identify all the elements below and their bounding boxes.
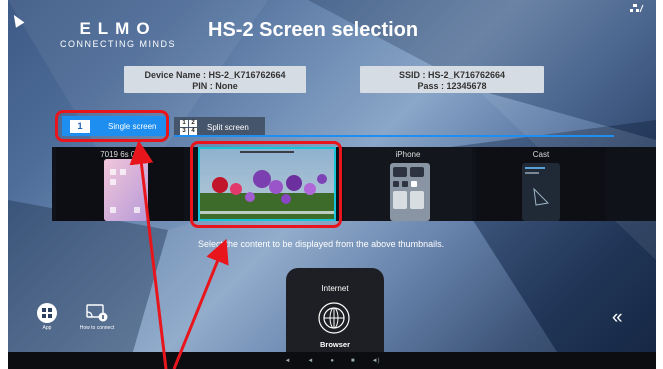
- ssid-text: SSID : HS-2_K716762664: [398, 70, 506, 80]
- network-settings-icon[interactable]: [630, 4, 644, 15]
- pin-text: PIN : None: [192, 81, 238, 91]
- thumbnail-phone-1[interactable]: 7019 6s 06: [56, 147, 184, 221]
- volume-down-icon[interactable]: ◄: [284, 358, 290, 364]
- home-icon[interactable]: ●: [330, 358, 334, 364]
- cast-connect-icon[interactable]: [86, 304, 108, 322]
- elmo-logo: ELMO CONNECTING MINDS: [58, 20, 178, 50]
- split-screen-label: Split screen: [207, 122, 249, 132]
- grid-icon[interactable]: [36, 302, 58, 324]
- thumbnail-label: Cast: [532, 150, 550, 159]
- app-label: App: [42, 325, 52, 331]
- android-nav-bar: ◄ ◄ ● ■ ◄): [8, 352, 656, 369]
- tab-underline: [174, 135, 614, 137]
- browser-label: Browser: [319, 340, 350, 349]
- device-name-text: Device Name : HS-2_K716762664: [144, 70, 286, 80]
- thumbnail-label: 7019 6s 06: [100, 150, 140, 159]
- password-text: Pass : 12345678: [417, 81, 487, 91]
- split-grid-icon: 1 2 3 4: [180, 119, 197, 135]
- thumbnail-iphone[interactable]: iPhone: [344, 147, 472, 221]
- logo-tagline: CONNECTING MINDS: [60, 39, 176, 49]
- page-title: HS-2 Screen selection: [208, 19, 419, 41]
- tab-split-screen[interactable]: 1 2 3 4 Split screen: [174, 117, 265, 137]
- split-grid-cell: 3: [180, 127, 188, 135]
- split-grid-cell: 1: [180, 119, 188, 127]
- double-chevron-left-icon[interactable]: «: [612, 308, 623, 327]
- split-grid-cell: 2: [189, 119, 197, 127]
- back-icon[interactable]: ◄: [307, 358, 313, 364]
- volume-up-icon[interactable]: ◄): [372, 358, 380, 364]
- internet-launcher-panel: Internet Browser: [286, 268, 384, 358]
- recents-icon[interactable]: ■: [351, 358, 355, 364]
- thumbnail-label: iPhone: [395, 150, 421, 159]
- globe-icon[interactable]: [318, 302, 350, 334]
- annotation-box-single-screen: [55, 110, 169, 142]
- split-grid-cell: 4: [189, 127, 197, 135]
- thumbnail-cast[interactable]: Cast: [476, 147, 606, 221]
- how-to-connect-label: How to connect: [79, 325, 115, 331]
- ssid-info-box: SSID : HS-2_K716762664 Pass : 12345678: [360, 66, 544, 93]
- instruction-text: Select the content to be displayed from …: [198, 239, 445, 249]
- annotation-box-thumbnail: [190, 141, 342, 228]
- device-info-box: Device Name : HS-2_K716762664 PIN : None: [124, 66, 306, 93]
- internet-label: Internet: [321, 284, 349, 293]
- logo-wordmark: ELMO: [79, 19, 157, 38]
